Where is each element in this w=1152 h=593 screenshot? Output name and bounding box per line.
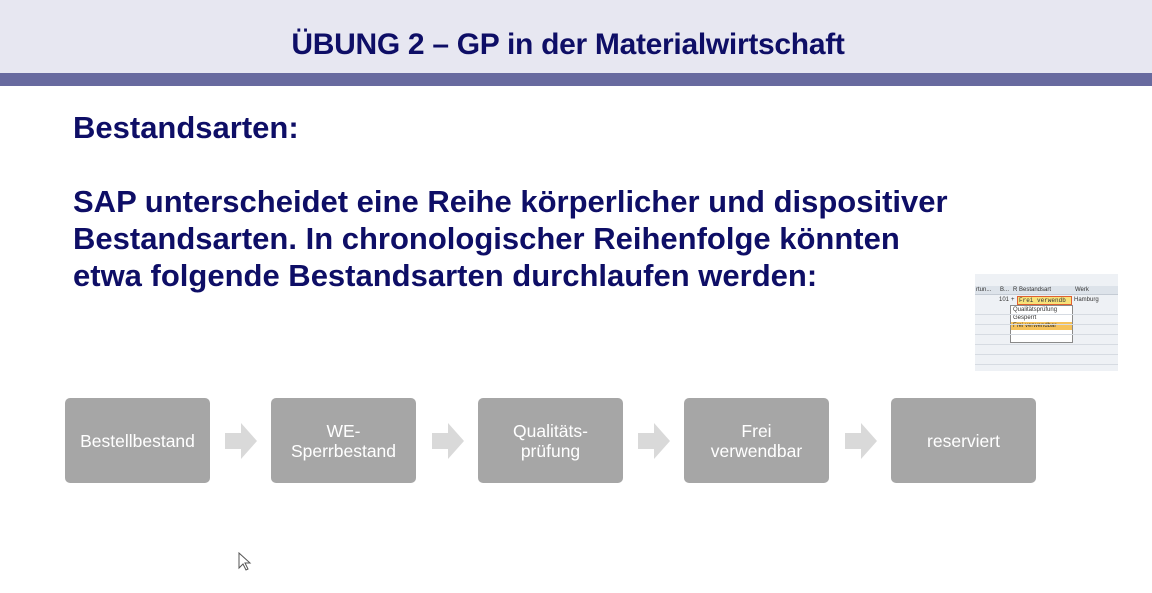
section-heading: Bestandsarten: [73,110,299,145]
arrow-right-icon [432,423,464,459]
cell: + [1011,297,1015,303]
arrow-right-icon [225,423,257,459]
slide-title: ÜBUNG 2 – GP in der Materialwirtschaft [291,28,845,61]
process-step-we-sperrbestand: WE- Sperrbestand [271,398,416,483]
process-step-reserviert: reserviert [891,398,1036,483]
dropdown-option: Qualitätsprüfung [1013,307,1058,313]
column-header: Bestandsart [1019,287,1052,293]
mouse-cursor-icon [238,552,252,571]
paragraph-line: SAP unterscheidet eine Reihe körperliche… [73,184,948,219]
sap-table-header: rtun... B... R Bestandsart Werk [975,286,1118,295]
header-bar [0,73,1152,86]
process-step-qualitaetspruefung: Qualitäts- prüfung [478,398,623,483]
dropdown-option: Gesperrt [1013,315,1037,321]
cell: Hamburg [1074,297,1099,303]
sap-screenshot: rtun... B... R Bestandsart Werk 101 + Ha… [975,274,1118,371]
column-header: rtun... [976,287,992,293]
process-step-bestellbestand: Bestellbestand [65,398,210,483]
column-header: Werk [1075,287,1089,293]
bestandsart-select: Frei verwendb [1017,296,1072,305]
cell: 101 [999,297,1010,303]
body-paragraph: SAP unterscheidet eine Reihe körperliche… [73,183,1073,294]
column-header: B... [1000,287,1010,293]
paragraph-line: Bestandsarten. In chronologischer Reihen… [73,221,900,256]
column-header: R [1013,287,1018,293]
paragraph-line: etwa folgende Bestandsarten durchlaufen … [73,258,818,293]
arrow-right-icon [845,423,877,459]
arrow-right-icon [638,423,670,459]
process-step-frei-verwendbar: Frei verwendbar [684,398,829,483]
